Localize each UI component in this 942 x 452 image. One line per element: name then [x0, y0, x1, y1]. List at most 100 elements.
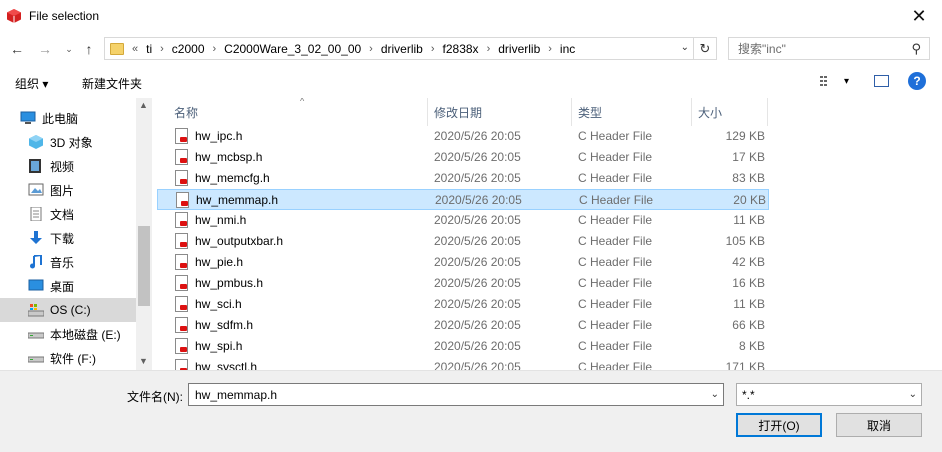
- sidebar-item-drive-e[interactable]: 本地磁盘 (E:): [0, 322, 136, 346]
- table-row[interactable]: hw_mcbsp.h 2020/5/26 20:05 C Header File 17…: [157, 147, 769, 168]
- new-folder-button[interactable]: 新建文件夹: [82, 75, 142, 92]
- chevron-down-icon[interactable]: ⌄: [711, 389, 719, 400]
- breadcrumb-chevron-icon[interactable]: ›: [160, 43, 164, 55]
- breadcrumb-f2838x[interactable]: f2838x: [443, 42, 479, 56]
- breadcrumb-inc[interactable]: inc: [560, 42, 575, 56]
- sidebar-item-downloads[interactable]: 下载: [0, 226, 136, 250]
- file-name: hw_ipc.h: [195, 129, 243, 143]
- navigation-bar: ← → ⌄ ↑ « ti › c2000 › C2000Ware_3_02_00_0…: [0, 34, 942, 64]
- view-options-icon[interactable]: [820, 75, 834, 88]
- chevron-down-icon[interactable]: ⌄: [909, 389, 917, 400]
- sidebar-item-pictures[interactable]: 图片: [0, 178, 136, 202]
- refresh-icon[interactable]: ↻: [694, 37, 717, 60]
- file-type: C Header File: [578, 255, 653, 269]
- title-bar: File selection ✕: [0, 0, 942, 32]
- table-row[interactable]: hw_memmap.h 2020/5/26 20:05 C Header File 2…: [157, 189, 769, 210]
- organize-menu[interactable]: 组织 ▾: [15, 75, 48, 92]
- table-row[interactable]: hw_sdfm.h 2020/5/26 20:05 C Header File 66 …: [157, 315, 769, 336]
- sidebar-item-desktop[interactable]: 桌面: [0, 274, 136, 298]
- column-header-size[interactable]: 大小: [692, 98, 768, 126]
- c-header-file-icon: [176, 192, 189, 208]
- table-row[interactable]: hw_pmbus.h 2020/5/26 20:05 C Header File 16…: [157, 273, 769, 294]
- recent-locations-chevron-icon[interactable]: ⌄: [60, 40, 78, 58]
- file-size: 11 KB: [733, 297, 765, 311]
- breadcrumb-ti[interactable]: ti: [146, 42, 152, 56]
- breadcrumb-chevron-icon[interactable]: ›: [431, 43, 435, 55]
- sidebar-item-drive-f[interactable]: 软件 (F:): [0, 346, 136, 370]
- sidebar-scrollbar[interactable]: ▲ ▼: [136, 98, 152, 370]
- file-name: hw_memmap.h: [196, 193, 279, 207]
- sidebar-item-music[interactable]: 音乐: [0, 250, 136, 274]
- sidebar-item-videos[interactable]: 视频: [0, 154, 136, 178]
- scroll-up-icon[interactable]: ▲: [139, 100, 148, 110]
- sidebar-item-label: 软件 (F:): [50, 351, 96, 366]
- sidebar-item-label: 音乐: [50, 255, 75, 270]
- table-row[interactable]: hw_ipc.h 2020/5/26 20:05 C Header File 129 …: [157, 126, 769, 147]
- breadcrumb-c2000[interactable]: c2000: [172, 42, 205, 56]
- file-date: 2020/5/26 20:05: [434, 213, 521, 227]
- view-dropdown-icon[interactable]: ▾: [844, 76, 849, 87]
- overflow-chevron-icon[interactable]: «: [132, 43, 138, 55]
- file-list-scrollbar[interactable]: [926, 98, 942, 370]
- up-arrow-icon[interactable]: ↑: [80, 40, 98, 58]
- preview-pane-icon[interactable]: [874, 75, 889, 87]
- sidebar-item-3d-objects[interactable]: 3D 对象: [0, 130, 136, 154]
- search-input[interactable]: 搜索"inc": [738, 40, 786, 57]
- file-type-select[interactable]: *.* ⌄: [736, 383, 922, 406]
- sidebar-item-label: 3D 对象: [50, 135, 93, 150]
- scroll-down-icon[interactable]: ▼: [139, 356, 148, 366]
- breadcrumb-driverlib[interactable]: driverlib: [381, 42, 423, 56]
- sidebar-item-os-c[interactable]: OS (C:): [0, 298, 136, 322]
- filename-field[interactable]: hw_memmap.h ⌄: [188, 383, 724, 406]
- table-row[interactable]: hw_memcfg.h 2020/5/26 20:05 C Header File 8…: [157, 168, 769, 189]
- 3d-objects-icon: [28, 135, 44, 149]
- file-type: C Header File: [578, 360, 653, 370]
- address-bar[interactable]: « ti › c2000 › C2000Ware_3_02_00_00 › drive…: [104, 37, 694, 60]
- forward-arrow-icon[interactable]: →: [36, 40, 54, 58]
- back-arrow-icon[interactable]: ←: [8, 40, 26, 58]
- search-icon[interactable]: ⚲: [911, 41, 921, 57]
- music-icon: [28, 253, 44, 269]
- file-date: 2020/5/26 20:05: [434, 129, 521, 143]
- breadcrumb-c2000ware[interactable]: C2000Ware_3_02_00_00: [224, 42, 361, 56]
- column-header-name[interactable]: 名称 ^: [158, 98, 428, 126]
- sidebar-item-label: 桌面: [50, 279, 75, 294]
- column-header-type[interactable]: 类型: [572, 98, 692, 126]
- cancel-button[interactable]: 取消: [836, 413, 922, 437]
- filename-label: 文件名(N):: [127, 390, 183, 404]
- sidebar-item-label: 下载: [50, 231, 75, 246]
- table-row[interactable]: hw_sysctl.h 2020/5/26 20:05 C Header File 1…: [157, 357, 769, 370]
- breadcrumb-chevron-icon[interactable]: ›: [487, 43, 491, 55]
- file-name: hw_pmbus.h: [195, 276, 264, 290]
- breadcrumb-chevron-icon[interactable]: ›: [213, 43, 217, 55]
- column-header-label: 修改日期: [434, 105, 483, 120]
- help-icon[interactable]: ?: [908, 72, 926, 90]
- sidebar-item-documents[interactable]: 文档: [0, 202, 136, 226]
- file-name: hw_mcbsp.h: [195, 150, 263, 164]
- scrollbar-thumb[interactable]: [138, 226, 150, 306]
- table-row[interactable]: hw_sci.h 2020/5/26 20:05 C Header File 11 K…: [157, 294, 769, 315]
- table-row[interactable]: hw_outputxbar.h 2020/5/26 20:05 C Header F…: [157, 231, 769, 252]
- sidebar-item-label: 图片: [50, 183, 75, 198]
- table-row[interactable]: hw_pie.h 2020/5/26 20:05 C Header File 42 K…: [157, 252, 769, 273]
- table-row[interactable]: hw_nmi.h 2020/5/26 20:05 C Header File 11 K…: [157, 210, 769, 231]
- file-size: 42 KB: [732, 255, 765, 269]
- sidebar-item-this-pc[interactable]: 此电脑: [0, 106, 136, 130]
- file-list: 名称 ^ 修改日期 类型 大小 hw_ipc.h 2020/5/26 20:05 C…: [152, 98, 942, 370]
- breadcrumb-driverlib-2[interactable]: driverlib: [498, 42, 540, 56]
- open-button[interactable]: 打开(O): [736, 413, 822, 437]
- search-box[interactable]: 搜索"inc" ⚲: [728, 37, 930, 60]
- c-header-file-icon: [175, 128, 188, 144]
- file-date: 2020/5/26 20:05: [435, 193, 522, 207]
- drive-icon: [27, 327, 45, 341]
- breadcrumb-chevron-icon[interactable]: ›: [369, 43, 373, 55]
- filename-value[interactable]: hw_memmap.h: [195, 388, 277, 402]
- close-button[interactable]: ✕: [896, 0, 942, 32]
- breadcrumb-chevron-icon[interactable]: ›: [548, 43, 552, 55]
- c-header-file-icon: [175, 275, 188, 291]
- table-row[interactable]: hw_spi.h 2020/5/26 20:05 C Header File 8 KB: [157, 336, 769, 357]
- file-name: hw_outputxbar.h: [195, 234, 284, 248]
- address-dropdown-icon[interactable]: ⌄: [681, 42, 689, 53]
- file-name: hw_pie.h: [195, 255, 244, 269]
- column-header-date[interactable]: 修改日期: [428, 98, 572, 126]
